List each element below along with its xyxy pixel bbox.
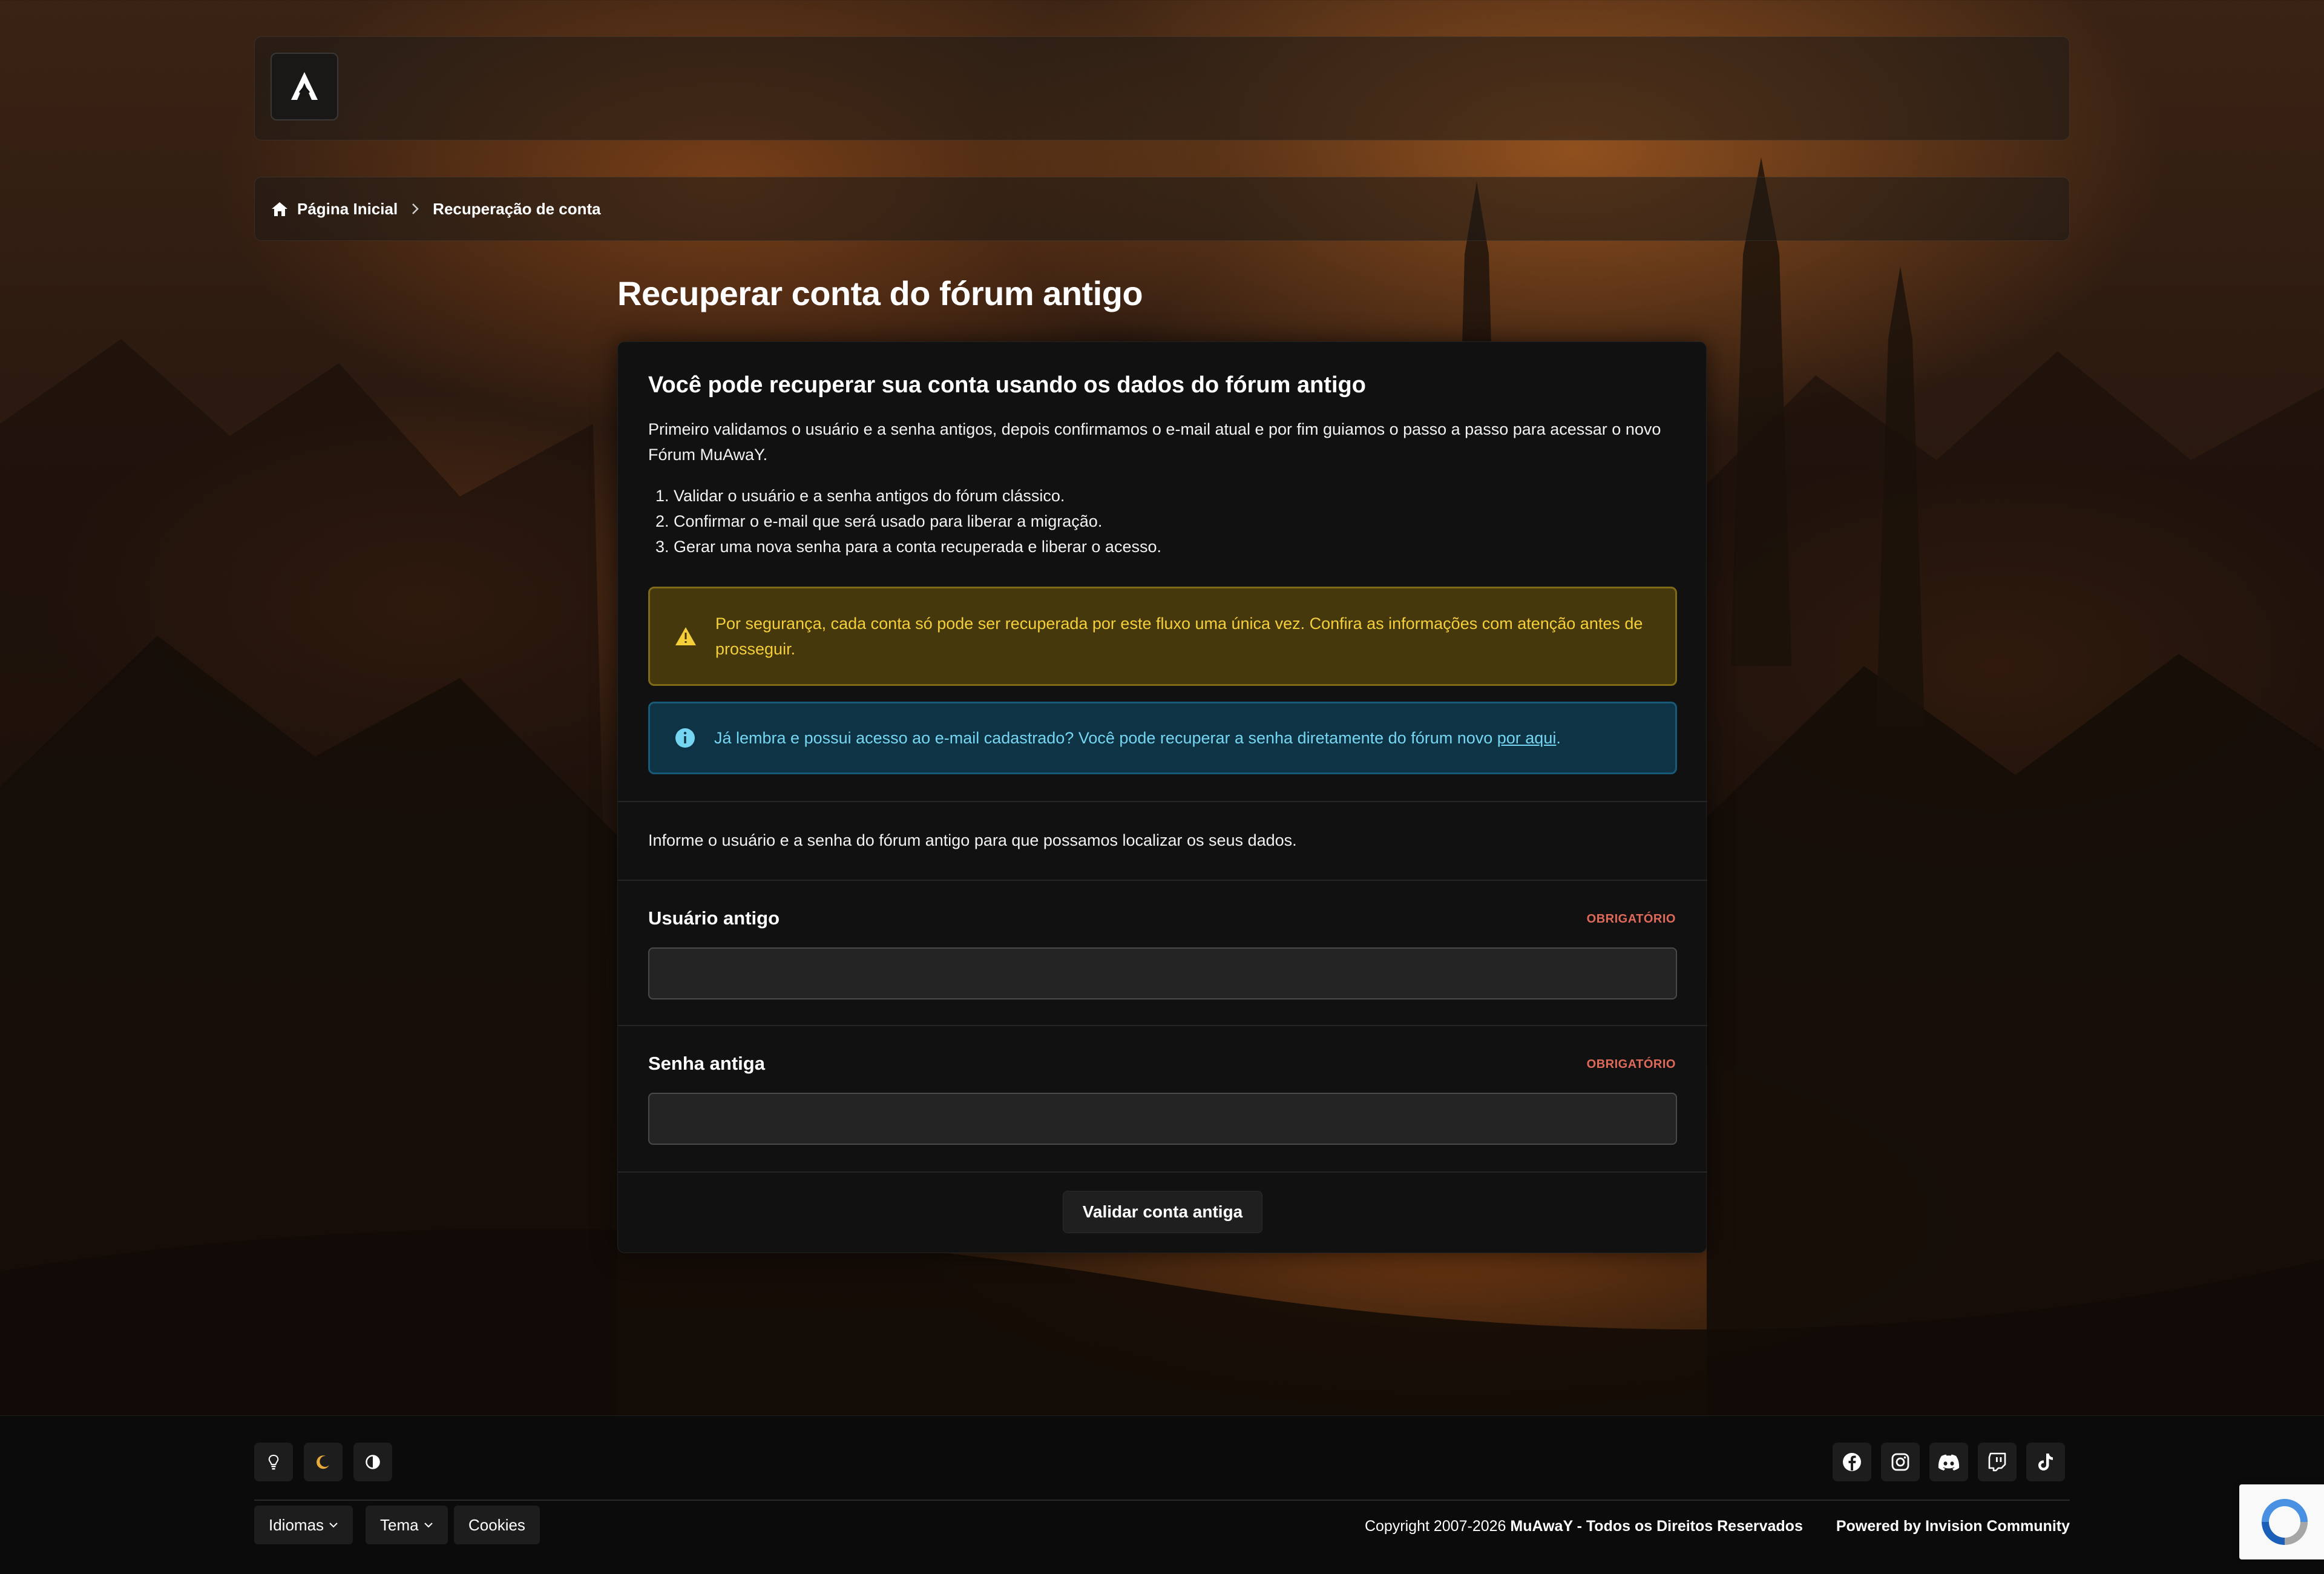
warning-text: Por segurança, cada conta só pode ser re… bbox=[715, 614, 1643, 658]
twitch-icon bbox=[1988, 1452, 2006, 1472]
recaptcha-badge[interactable] bbox=[2239, 1484, 2324, 1559]
recaptcha-icon bbox=[2262, 1499, 2308, 1545]
info-icon bbox=[674, 727, 696, 749]
warning-alert: Por segurança, cada conta só pode ser re… bbox=[648, 587, 1677, 686]
recovery-card: Você pode recuperar sua conta usando os … bbox=[617, 341, 1707, 1253]
cookies-label: Cookies bbox=[468, 1515, 525, 1534]
theme-label: Tema bbox=[380, 1515, 419, 1534]
old-username-input[interactable] bbox=[648, 947, 1677, 999]
required-badge: OBRIGATÓRIO bbox=[1586, 1058, 1676, 1071]
breadcrumb-home-label: Página Inicial bbox=[297, 199, 398, 218]
info-alert: Já lembra e possui acesso ao e-mail cada… bbox=[648, 702, 1677, 774]
cookies-link[interactable]: Cookies bbox=[454, 1506, 540, 1544]
home-icon bbox=[272, 202, 287, 216]
languages-label: Idiomas bbox=[269, 1515, 324, 1534]
form-note: Informe o usuário e a senha do fórum ant… bbox=[648, 831, 1297, 849]
divider bbox=[618, 1171, 1707, 1173]
powered-by-link[interactable]: Powered by Invision Community bbox=[1836, 1518, 2070, 1535]
divider bbox=[618, 1025, 1707, 1026]
site-footer: Idiomas Tema Cookies Copyright 2007-2026… bbox=[0, 1415, 2324, 1574]
chevron-right-icon bbox=[411, 203, 419, 215]
page-title: Recuperar conta do fórum antigo bbox=[617, 274, 1143, 312]
theme-dark-button[interactable] bbox=[304, 1443, 343, 1481]
instagram-icon bbox=[1891, 1453, 1909, 1471]
breadcrumb: Página Inicial Recuperação de conta bbox=[254, 177, 2070, 241]
required-badge: OBRIGATÓRIO bbox=[1586, 912, 1676, 926]
list-item: Validar o usuário e a senha antigos do f… bbox=[674, 483, 1677, 509]
languages-menu[interactable]: Idiomas bbox=[254, 1506, 353, 1544]
discord-icon bbox=[1938, 1454, 1960, 1470]
footer-divider bbox=[254, 1500, 2070, 1501]
theme-contrast-button[interactable] bbox=[353, 1443, 392, 1481]
card-intro: Primeiro validamos o usuário e a senha a… bbox=[648, 420, 1661, 464]
facebook-icon bbox=[1843, 1453, 1861, 1471]
old-password-label: Senha antiga bbox=[648, 1053, 765, 1074]
lightbulb-icon bbox=[268, 1454, 279, 1470]
twitch-link[interactable] bbox=[1978, 1443, 2017, 1481]
breadcrumb-home[interactable]: Página Inicial bbox=[271, 200, 398, 219]
copyright-text: Copyright 2007-2026 MuAwaY - Todos os Di… bbox=[1364, 1518, 2070, 1535]
theme-light-button[interactable] bbox=[254, 1443, 293, 1481]
tiktok-icon bbox=[2038, 1454, 2053, 1470]
warning-icon bbox=[674, 626, 697, 647]
card-heading: Você pode recuperar sua conta usando os … bbox=[648, 372, 1366, 398]
site-logo[interactable] bbox=[271, 53, 338, 120]
info-text: Já lembra e possui acesso ao e-mail cada… bbox=[714, 728, 1561, 747]
chevron-down-icon bbox=[329, 1523, 338, 1528]
logo-icon bbox=[291, 72, 318, 100]
recover-password-link[interactable]: por aqui bbox=[1497, 729, 1557, 747]
tiktok-link[interactable] bbox=[2026, 1443, 2065, 1481]
discord-link[interactable] bbox=[1929, 1443, 1968, 1481]
copyright-brand: MuAwaY bbox=[1510, 1518, 1573, 1535]
facebook-link[interactable] bbox=[1833, 1443, 1871, 1481]
list-item: Confirmar o e-mail que será usado para l… bbox=[674, 509, 1677, 534]
theme-menu[interactable]: Tema bbox=[366, 1506, 448, 1544]
site-header bbox=[254, 36, 2070, 140]
divider bbox=[618, 801, 1707, 802]
old-password-input[interactable] bbox=[648, 1093, 1677, 1145]
chevron-down-icon bbox=[424, 1523, 433, 1528]
moon-icon bbox=[317, 1455, 329, 1469]
breadcrumb-current: Recuperação de conta bbox=[433, 199, 601, 218]
instagram-link[interactable] bbox=[1881, 1443, 1920, 1481]
divider bbox=[618, 880, 1707, 881]
list-item: Gerar uma nova senha para a conta recupe… bbox=[674, 534, 1677, 559]
contrast-icon bbox=[366, 1455, 380, 1469]
old-username-label: Usuário antigo bbox=[648, 907, 780, 929]
validate-account-button[interactable]: Validar conta antiga bbox=[1063, 1191, 1262, 1233]
steps-list: Validar o usuário e a senha antigos do f… bbox=[648, 483, 1677, 559]
